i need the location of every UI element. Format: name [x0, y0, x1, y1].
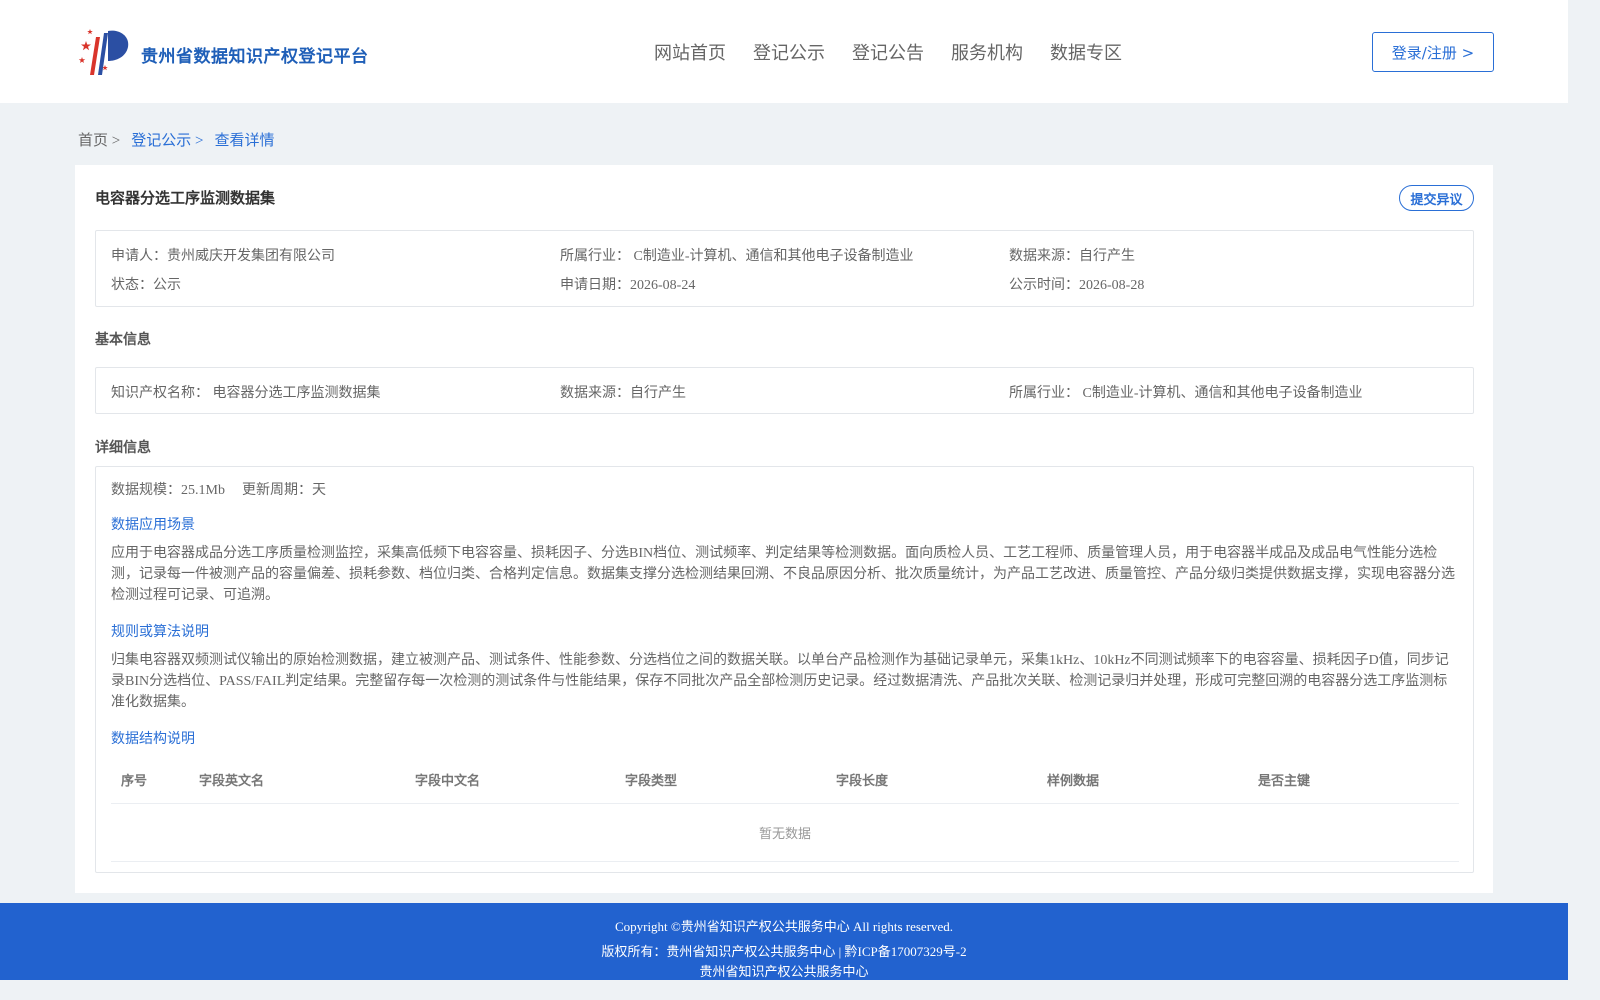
footer-rights[interactable]: 版权所有：贵州省知识产权公共服务中心 | 黔ICP备17007329号-2 [0, 941, 1568, 960]
ip-name: 知识产权名称： 电容器分选工序监测数据集 [111, 386, 381, 401]
apply-date: 申请日期：2026-08-24 [560, 278, 696, 293]
table-empty-state: 暂无数据 [111, 804, 1459, 862]
application-scene-text: 应用于电容器成品分选工序质量检测监控，采集高低频下电容容量、损耗因子、分选BIN… [111, 546, 1455, 603]
th-field-type: 字段类型 [625, 774, 678, 789]
nav-item-service-agencies[interactable]: 服务机构 [951, 39, 1023, 65]
detail-card: 电容器分选工序监测数据集 提交异议 申请人：贵州威庆开发集团有限公司 所属行业：… [75, 165, 1493, 893]
nav-item-registration-publicity[interactable]: 登记公示 [753, 39, 825, 65]
th-index: 序号 [121, 774, 148, 789]
breadcrumb-registration-publicity[interactable]: 登记公示 > [131, 129, 203, 150]
login-register-button[interactable]: 登录/注册 > [1372, 32, 1494, 72]
structure-table-header: 序号 字段英文名 字段中文名 字段类型 字段长度 样例数据 是否主键 [111, 764, 1459, 804]
th-sample-data: 样例数据 [1047, 774, 1100, 789]
submit-objection-button[interactable]: 提交异议 [1399, 185, 1474, 211]
nav-item-registration-announcement[interactable]: 登记公告 [852, 39, 924, 65]
basic-data-source: 数据来源：自行产生 [560, 386, 686, 401]
publish-time: 公示时间：2026-08-28 [1009, 278, 1145, 293]
breadcrumb-home[interactable]: 首页 > [78, 129, 120, 150]
th-primary-key: 是否主键 [1258, 774, 1311, 789]
th-english-name: 字段英文名 [199, 774, 265, 789]
update-cycle: 更新周期：天 [242, 483, 326, 498]
industry: 所属行业： C制造业-计算机、通信和其他电子设备制造业 [560, 249, 914, 264]
breadcrumb: 首页 > 登记公示 > 查看详情 [78, 129, 285, 150]
nav-item-home[interactable]: 网站首页 [654, 39, 726, 65]
rule-algorithm-title: 规则或算法说明 [111, 625, 209, 640]
site-header: 贵州省数据知识产权登记平台 网站首页 登记公示 登记公告 服务机构 数据专区 登… [0, 0, 1568, 103]
footer-copyright: Copyright ©贵州省知识产权公共服务中心 All rights rese… [614, 919, 954, 934]
th-field-length: 字段长度 [836, 774, 889, 789]
rule-algorithm-text: 归集电容器双频测试仪输出的原始检测数据，建立被测产品、测试条件、性能参数、分选档… [111, 653, 1449, 710]
detail-info-box: 数据规模：25.1Mb 更新周期：天 数据应用场景 应用于电容器成品分选工序质量… [95, 466, 1474, 873]
dataset-title: 电容器分选工序监测数据集 [95, 189, 276, 207]
status: 状态：公示 [111, 278, 181, 293]
basic-info-box: 知识产权名称： 电容器分选工序监测数据集 数据来源：自行产生 所属行业： C制造… [95, 367, 1474, 414]
applicant: 申请人：贵州威庆开发集团有限公司 [111, 249, 335, 264]
data-source: 数据来源：自行产生 [1009, 249, 1135, 264]
breadcrumb-current: 查看详情 [214, 133, 275, 149]
basic-industry: 所属行业： C制造业-计算机、通信和其他电子设备制造业 [1009, 386, 1363, 401]
detail-info-heading: 详细信息 [95, 440, 151, 456]
data-structure-title: 数据结构说明 [111, 732, 195, 747]
platform-logo-icon[interactable] [78, 27, 136, 77]
summary-box: 申请人：贵州威庆开发集团有限公司 所属行业： C制造业-计算机、通信和其他电子设… [95, 230, 1474, 307]
basic-info-heading: 基本信息 [95, 332, 151, 348]
nav-item-data-zone[interactable]: 数据专区 [1050, 39, 1122, 65]
application-scene-title: 数据应用场景 [111, 518, 195, 533]
data-scale: 数据规模：25.1Mb [111, 483, 225, 498]
footer-org: 贵州省知识产权公共服务中心 [699, 964, 869, 979]
th-chinese-name: 字段中文名 [415, 774, 481, 789]
site-title[interactable]: 贵州省数据知识产权登记平台 [141, 42, 369, 67]
main-nav: 网站首页 登记公示 登记公告 服务机构 数据专区 [654, 39, 1149, 65]
site-footer: Copyright ©贵州省知识产权公共服务中心 All rights rese… [0, 903, 1568, 980]
